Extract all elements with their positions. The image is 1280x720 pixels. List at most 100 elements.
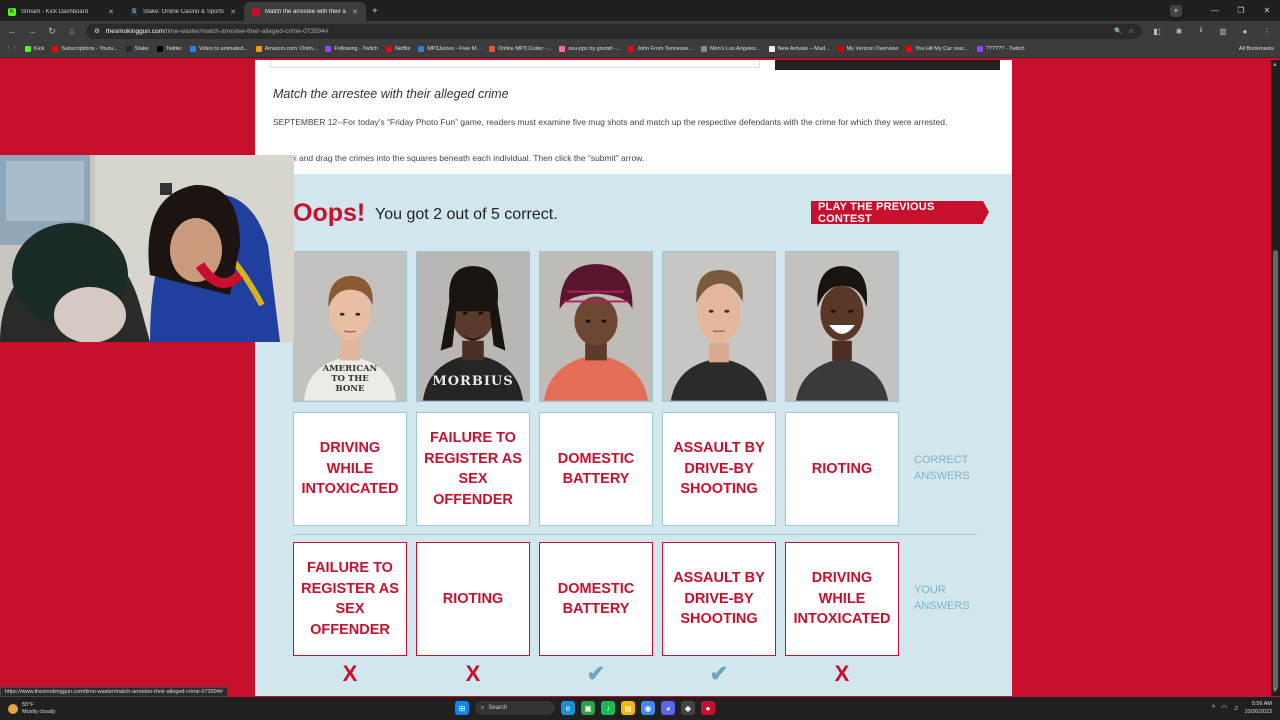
bookmark-item[interactable]: My Verizon Overview [837, 46, 898, 52]
browser-toolbar: ← → ↻ ⌂ ⚙ thesmokinggun.com/time-waster/… [0, 21, 1280, 41]
forward-icon[interactable]: → [26, 26, 38, 36]
tab-smoking-gun[interactable]: Match the arrestee with their a ✕ [244, 2, 366, 21]
close-icon[interactable]: ✕ [230, 8, 236, 16]
tray-chevron-icon[interactable]: ^ [1212, 705, 1215, 712]
bookmark-star-icon[interactable]: ☆ [1128, 27, 1134, 35]
sidepanel-icon[interactable]: ▥ [1216, 27, 1230, 36]
bookmark-item[interactable]: ?????? - Twitch [976, 46, 1025, 52]
status-url: https://www.thesmokinggun.com/time-waste… [0, 687, 228, 697]
zoom-icon[interactable]: 🔍 [1114, 27, 1122, 35]
scroll-down-icon[interactable]: ▼ [1272, 688, 1278, 694]
weather-widget[interactable]: 55°F Mostly cloudy [0, 702, 55, 715]
bookmark-label: Stake [134, 46, 149, 52]
network-icon[interactable]: ◠ [1221, 704, 1227, 712]
browser-tab-bar: K Stream - Kick Dashboard ✕ S Stake: Onl… [0, 0, 1280, 21]
bookmark-item[interactable]: Video to animated... [189, 46, 248, 52]
back-icon[interactable]: ← [6, 26, 18, 36]
profile-icon[interactable]: ● [1238, 27, 1252, 36]
taskbar-search[interactable]: ⌕ Search [475, 701, 555, 715]
bookmark-item[interactable]: Men's Los Angeles... [701, 46, 761, 52]
tab-search-icon[interactable]: + [1170, 4, 1182, 17]
windows-start-icon[interactable]: ⊞ [455, 701, 469, 715]
bookmark-item[interactable]: New Arrivals – Mad... [768, 46, 830, 52]
system-tray: ^ ◠ ♫ 5:56 AM 10/26/2023 [1212, 700, 1272, 716]
bookmark-label: Video to animated... [198, 46, 248, 52]
scrollbar-thumb[interactable] [1273, 250, 1278, 690]
edge-icon[interactable]: e [561, 701, 575, 715]
bookmark-item[interactable]: Online MP3 Cutter -... [489, 46, 551, 52]
bookmark-item[interactable]: John From Tennesse... [628, 46, 693, 52]
your-answer-2: RIOTING [416, 542, 530, 656]
quiz-area: Oops! You got 2 out of 5 correct. PLAY T… [255, 174, 1012, 696]
discord-icon[interactable]: ◕ [661, 701, 675, 715]
bookmark-item[interactable]: Following - Twitch [325, 46, 378, 52]
search-icon: ⌕ [481, 704, 485, 711]
stake-icon: S [130, 7, 138, 16]
extensions-puzzle-icon[interactable]: ✱ [1172, 27, 1186, 36]
bookmark-item[interactable]: Amazon.com: Onlin... [255, 46, 318, 52]
bookmark-item[interactable]: Twitter [156, 46, 182, 52]
bookmark-label: Men's Los Angeles... [710, 46, 761, 52]
store-icon[interactable]: ▣ [581, 701, 595, 715]
maximize-icon[interactable]: ❐ [1228, 6, 1254, 15]
url-path: /time-waster/match-arrestee-their-allege… [164, 27, 329, 35]
bookmark-item[interactable]: You Hit My Car reac... [906, 46, 969, 52]
chrome-icon[interactable]: ◉ [641, 701, 655, 715]
bookmark-favicon-icon [325, 46, 332, 52]
volume-icon[interactable]: ♫ [1233, 705, 1238, 712]
mugshot-1: AMERICAN TO THE BONE [293, 251, 407, 402]
bookmark-item[interactable]: Stake [125, 46, 149, 52]
mugshot-3 [539, 251, 653, 402]
app-icon[interactable]: ◆ [681, 701, 695, 715]
banner-image [775, 60, 1000, 70]
close-window-icon[interactable]: ✕ [1254, 6, 1280, 15]
apps-grid-icon[interactable]: ⋮⋮ [6, 46, 17, 52]
bookmark-label: MP3Juices - Free M... [427, 46, 482, 52]
divider [293, 534, 977, 535]
bookmark-label: New Arrivals – Mad... [777, 46, 830, 52]
bookmark-favicon-icon [189, 46, 196, 52]
download-icon[interactable]: ⭳ [1194, 24, 1208, 38]
play-previous-contest-button[interactable]: PLAY THE PREVIOUS CONTEST [811, 201, 989, 225]
kick-icon: K [8, 7, 16, 16]
app-icon[interactable]: ● [701, 701, 715, 715]
correct-answer-4: ASSAULT BY DRIVE-BY SHOOTING [662, 412, 776, 526]
tab-title: Stake: Online Casino & Sports [143, 8, 225, 15]
web-page: Match the arrestee with their alleged cr… [255, 60, 1012, 696]
tab-stake[interactable]: S Stake: Online Casino & Sports ✕ [122, 2, 244, 21]
page-scrollbar[interactable]: ▲ ▼ [1271, 60, 1280, 696]
bookmark-item[interactable]: MP3Juices - Free M... [418, 46, 481, 52]
bookmark-favicon-icon [156, 46, 163, 52]
correct-answer-2: FAILURE TO REGISTER AS SEX OFFENDER [416, 412, 530, 526]
menu-icon[interactable]: ⋮ [1260, 27, 1274, 36]
home-icon[interactable]: ⌂ [66, 26, 78, 36]
bookmark-item[interactable]: Netflix [385, 46, 410, 52]
window-controls: + — ❐ ✕ [1170, 0, 1280, 21]
new-tab-button[interactable]: + [366, 2, 384, 21]
bookmark-item[interactable]: osu-pps by grumd -... [559, 46, 620, 52]
reload-icon[interactable]: ↻ [46, 26, 58, 37]
taskbar-apps: ⊞ ⌕ Search e ▣ ♪ ▤ ◉ ◕ ◆ ● [455, 701, 715, 715]
clock-date: 10/26/2023 [1244, 709, 1272, 715]
correct-answer-1: DRIVING WHILE INTOXICATED [293, 412, 407, 526]
close-icon[interactable]: ✕ [108, 8, 114, 16]
extension-icon[interactable]: ◧ [1150, 27, 1164, 36]
bookmarks-bar: ⋮⋮ Kick Subscriptions - Youtu... Stake Twitt… [0, 41, 1280, 58]
bookmark-favicon-icon [52, 46, 59, 52]
bookmark-item[interactable]: Kick [25, 46, 44, 52]
search-label: Search [488, 705, 508, 711]
all-bookmarks-button[interactable]: All Bookmarks [1239, 46, 1274, 52]
close-icon[interactable]: ✕ [352, 8, 358, 16]
bookmark-label: Amazon.com: Onlin... [264, 46, 318, 52]
file-explorer-icon[interactable]: ▤ [621, 701, 635, 715]
minimize-icon[interactable]: — [1202, 6, 1228, 15]
spotify-icon[interactable]: ♪ [601, 701, 615, 715]
article-intro: Match the arrestee with their alleged cr… [255, 60, 1012, 174]
bookmark-label: Subscriptions - Youtu... [61, 46, 118, 52]
tab-kick-dashboard[interactable]: K Stream - Kick Dashboard ✕ [0, 2, 122, 21]
site-info-icon[interactable]: ⚙ [94, 27, 100, 35]
clock[interactable]: 5:56 AM 10/26/2023 [1244, 700, 1272, 716]
scroll-up-icon[interactable]: ▲ [1272, 62, 1278, 68]
address-bar[interactable]: ⚙ thesmokinggun.com/time-waster/match-ar… [86, 23, 1142, 39]
bookmark-item[interactable]: Subscriptions - Youtu... [52, 46, 118, 52]
